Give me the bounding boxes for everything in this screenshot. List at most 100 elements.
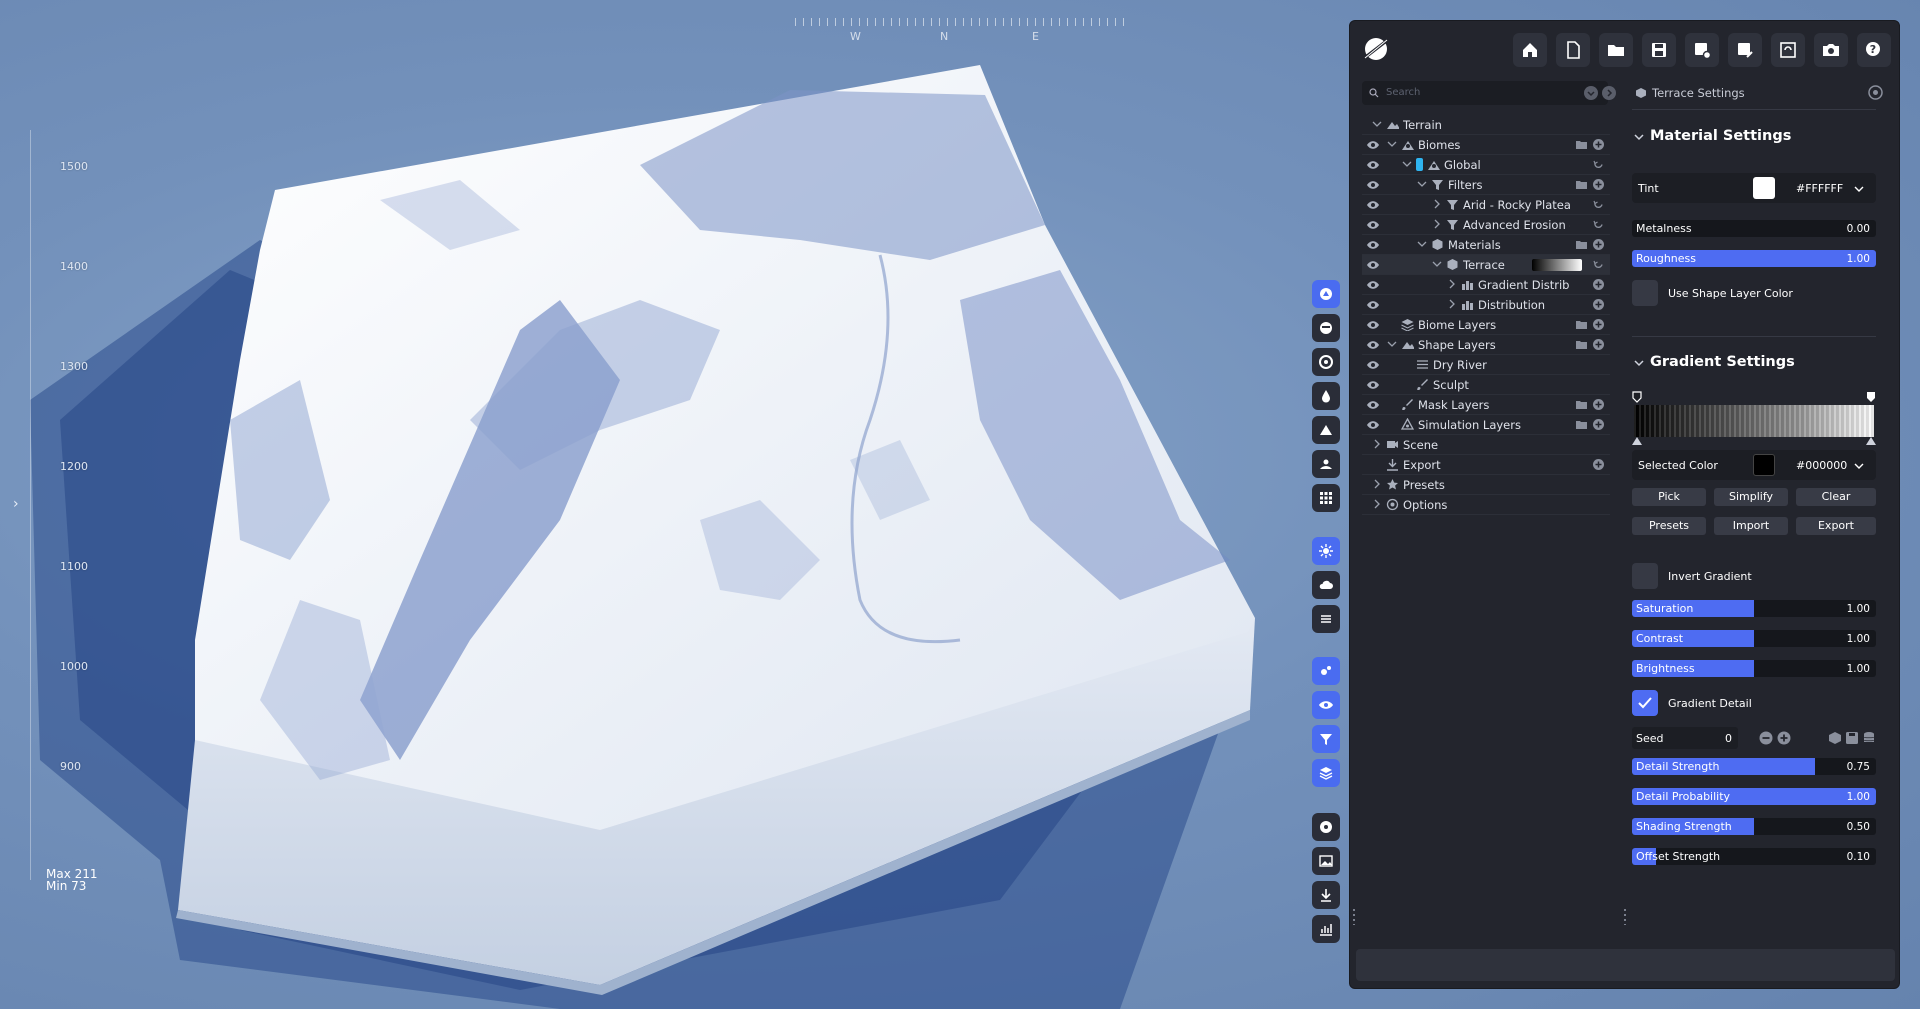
pick-button[interactable]: Pick (1632, 488, 1706, 506)
chevron-right-icon[interactable] (1372, 499, 1382, 509)
gears-icon[interactable] (1312, 657, 1340, 685)
tree-row-terrace[interactable]: Terrace (1362, 255, 1610, 275)
refresh-icon[interactable] (1593, 219, 1604, 230)
refresh-icon[interactable] (1771, 33, 1805, 67)
chevron-down-icon[interactable] (1417, 239, 1427, 249)
globe-icon[interactable] (1312, 314, 1340, 342)
random-seed-icon[interactable] (1828, 731, 1842, 745)
tree-row-sculpt[interactable]: Sculpt (1362, 375, 1610, 395)
chevron-down-icon[interactable] (1417, 179, 1427, 189)
reset-icon[interactable] (1868, 85, 1883, 100)
invert-gradient-checkbox[interactable] (1632, 563, 1658, 589)
folder-icon[interactable] (1576, 239, 1587, 250)
visibility-eye-icon[interactable] (1366, 259, 1380, 271)
refresh-icon[interactable] (1593, 199, 1604, 210)
home-icon[interactable] (1513, 33, 1547, 67)
import-button[interactable]: Import (1714, 517, 1788, 535)
tree-row-terrain[interactable]: Terrain (1362, 115, 1610, 135)
roughness-slider[interactable]: Roughness 1.00 (1632, 250, 1876, 267)
save-seed-icon[interactable] (1845, 731, 1859, 745)
fog-icon[interactable] (1312, 605, 1340, 633)
target-icon[interactable] (1312, 348, 1340, 376)
export-button[interactable]: Export (1796, 517, 1876, 535)
water-drop-icon[interactable] (1312, 382, 1340, 410)
visibility-eye-icon[interactable] (1366, 239, 1380, 251)
save-settings-icon[interactable] (1685, 33, 1719, 67)
eye-icon[interactable] (1312, 691, 1340, 719)
refresh-icon[interactable] (1593, 159, 1604, 170)
tree-row-arid-filter[interactable]: Arid - Rocky Plateaus (1362, 195, 1610, 215)
chevron-down-icon[interactable] (1854, 184, 1864, 194)
landscape-icon[interactable] (1312, 450, 1340, 478)
download-icon[interactable] (1312, 881, 1340, 909)
simplify-button[interactable]: Simplify (1714, 488, 1788, 506)
home-view-icon[interactable] (1312, 280, 1340, 308)
gradient-marker[interactable] (1632, 437, 1642, 445)
chevron-down-icon[interactable] (1387, 139, 1397, 149)
tint-swatch[interactable] (1753, 177, 1775, 199)
visibility-eye-icon[interactable] (1366, 399, 1380, 411)
gradient-stop-handle[interactable] (1632, 391, 1642, 403)
biome-color-swatch[interactable] (1416, 158, 1423, 171)
clear-button[interactable]: Clear (1796, 488, 1876, 506)
visibility-eye-icon[interactable] (1366, 159, 1380, 171)
visibility-eye-icon[interactable] (1366, 419, 1380, 431)
offset-strength-slider[interactable]: Offset Strength 0.10 (1632, 848, 1876, 865)
tree-row-distribution[interactable]: Distribution (1362, 295, 1610, 315)
gradient-detail-checkbox[interactable] (1632, 690, 1658, 716)
add-icon[interactable] (1593, 319, 1604, 330)
chevron-right-icon[interactable] (1447, 299, 1457, 309)
grid-icon[interactable] (1312, 484, 1340, 512)
tree-row-dry-river[interactable]: Dry River (1362, 355, 1610, 375)
save-icon[interactable] (1642, 33, 1676, 67)
visibility-eye-icon[interactable] (1366, 319, 1380, 331)
tree-row-biome-layers[interactable]: Biome Layers (1362, 315, 1610, 335)
chevron-down-icon[interactable] (1372, 119, 1382, 129)
detail-probability-slider[interactable]: Detail Probability 1.00 (1632, 788, 1876, 805)
tree-row-biomes[interactable]: Biomes (1362, 135, 1610, 155)
tree-row-presets[interactable]: Presets (1362, 475, 1610, 495)
chevron-down-icon[interactable] (1634, 132, 1644, 142)
tree-row-mask-layers[interactable]: Mask Layers (1362, 395, 1610, 415)
new-file-icon[interactable] (1556, 33, 1590, 67)
folder-icon[interactable] (1576, 319, 1587, 330)
add-icon[interactable] (1593, 279, 1604, 290)
visibility-eye-icon[interactable] (1366, 179, 1380, 191)
tree-row-gradient-distribution[interactable]: Gradient Distributi (1362, 275, 1610, 295)
stats-icon[interactable] (1312, 915, 1340, 943)
gradient-bar[interactable] (1634, 405, 1874, 437)
material-settings-title[interactable]: Material Settings (1650, 128, 1791, 144)
tree-row-scene[interactable]: Scene (1362, 435, 1610, 455)
chevron-right-icon[interactable] (1372, 479, 1382, 489)
tree-row-filters[interactable]: Filters (1362, 175, 1610, 195)
camera-icon[interactable] (1814, 33, 1848, 67)
gradient-stop-handle[interactable] (1866, 391, 1876, 403)
tree-row-global[interactable]: Global (1362, 155, 1610, 175)
add-icon[interactable] (1593, 459, 1604, 470)
visibility-eye-icon[interactable] (1366, 279, 1380, 291)
folder-icon[interactable] (1576, 179, 1587, 190)
detail-strength-slider[interactable]: Detail Strength 0.75 (1632, 758, 1876, 775)
save-as-icon[interactable] (1728, 33, 1762, 67)
add-icon[interactable] (1593, 399, 1604, 410)
image-icon[interactable] (1312, 847, 1340, 875)
visibility-eye-icon[interactable] (1366, 219, 1380, 231)
filter-icon[interactable] (1312, 725, 1340, 753)
decrement-icon[interactable] (1759, 731, 1773, 745)
tree-row-export[interactable]: Export (1362, 455, 1610, 475)
resize-handle[interactable] (1353, 909, 1355, 925)
metalness-slider[interactable]: Metalness 0.00 (1632, 220, 1876, 237)
visibility-eye-icon[interactable] (1366, 339, 1380, 351)
contrast-slider[interactable]: Contrast 1.00 (1632, 630, 1876, 647)
brightness-slider[interactable]: Brightness 1.00 (1632, 660, 1876, 677)
selected-color-swatch[interactable] (1753, 454, 1775, 476)
open-folder-icon[interactable] (1599, 33, 1633, 67)
tree-row-materials[interactable]: Materials (1362, 235, 1610, 255)
add-icon[interactable] (1593, 139, 1604, 150)
add-icon[interactable] (1593, 299, 1604, 310)
sun-settings-icon[interactable] (1312, 537, 1340, 565)
tree-row-simulation-layers[interactable]: Simulation Layers (1362, 415, 1610, 435)
database-icon[interactable] (1862, 731, 1876, 745)
tint-field[interactable]: Tint #FFFFFF (1632, 173, 1876, 203)
gradient-settings-title[interactable]: Gradient Settings (1650, 354, 1795, 370)
